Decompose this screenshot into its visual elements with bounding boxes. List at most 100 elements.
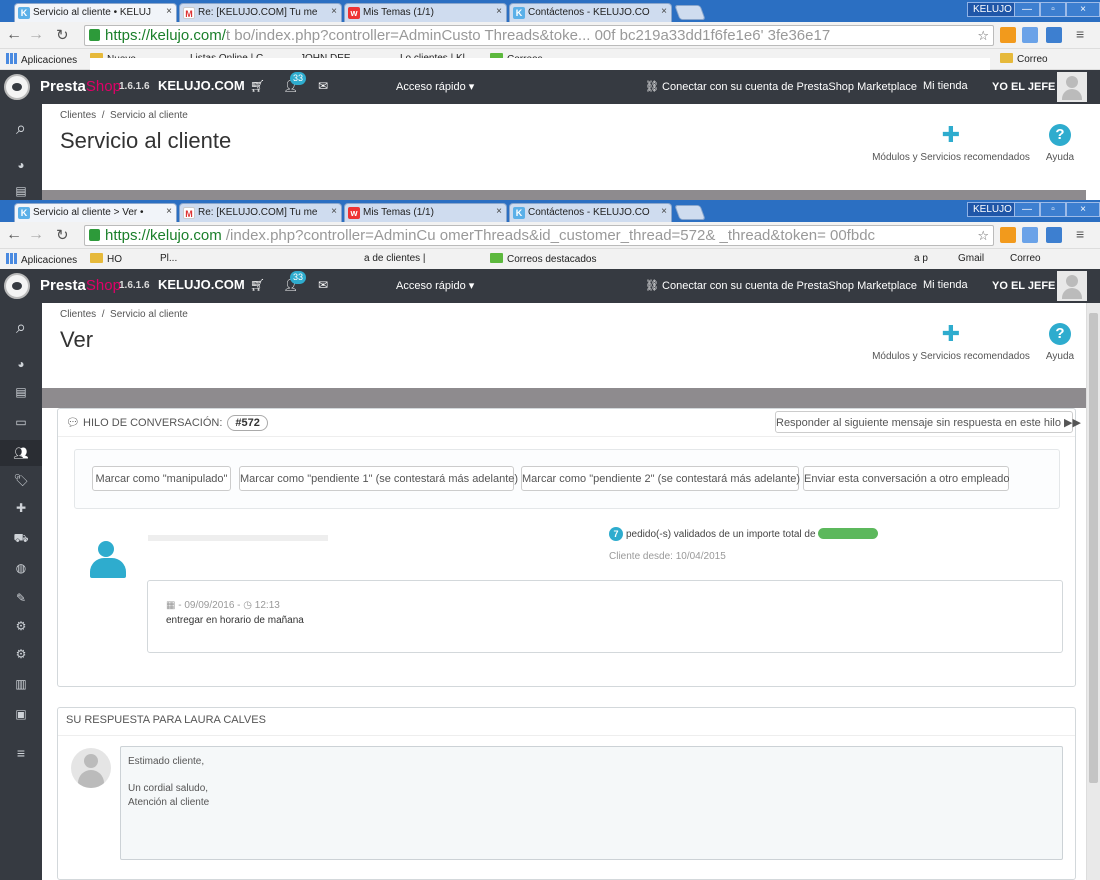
reload-icon[interactable]: ↻	[56, 226, 69, 244]
user-menu[interactable]: YO EL JEFE ▾	[992, 80, 1064, 93]
mark-pending-1-button[interactable]: Marcar como "pendiente 1" (se contestará…	[239, 466, 518, 491]
user-menu[interactable]: YO EL JEFE ▾	[992, 279, 1064, 292]
cart-icon[interactable]: 🛒︎	[250, 278, 265, 292]
my-shop-link[interactable]: Mi tienda	[923, 279, 968, 291]
forward-icon[interactable]: →	[28, 226, 44, 244]
help-button[interactable]: ? Ayuda	[1040, 124, 1080, 163]
catalog-icon[interactable]: ▭	[0, 415, 42, 429]
close-window-button[interactable]: ×	[1066, 2, 1100, 17]
browser-tab[interactable]: K Contáctenos - KELUJO.CO ×	[509, 3, 672, 22]
bookmark-item[interactable]: Gmail	[958, 253, 984, 264]
marketplace-connect-link[interactable]: ⛓ Conectar con su cuenta de PrestaShop M…	[645, 279, 917, 292]
breadcrumb-parent[interactable]: Clientes	[60, 309, 96, 320]
address-bar[interactable]: https://kelujo.com /index.php?controller…	[84, 225, 994, 246]
bookmark-item[interactable]: Correo	[1010, 253, 1041, 264]
scrollbar-thumb[interactable]	[1089, 313, 1098, 783]
forward-icon[interactable]: →	[28, 26, 44, 44]
my-shop-link[interactable]: Mi tienda	[923, 80, 968, 92]
bookmark-item[interactable]: Correos destacados	[490, 253, 597, 265]
maximize-button[interactable]: ▫	[1040, 2, 1066, 17]
collapse-menu-icon[interactable]: ≡	[0, 745, 42, 761]
extension-icon[interactable]	[1046, 227, 1062, 243]
close-tab-icon[interactable]: ×	[496, 6, 502, 17]
extension-icon[interactable]	[1046, 27, 1062, 43]
close-tab-icon[interactable]: ×	[496, 206, 502, 217]
bookmark-apps[interactable]: Aplicaciones	[6, 253, 77, 266]
maximize-button[interactable]: ▫	[1040, 202, 1066, 217]
close-window-button[interactable]: ×	[1066, 202, 1100, 217]
close-tab-icon[interactable]: ×	[661, 206, 667, 217]
search-icon[interactable]: ⌕	[0, 118, 42, 139]
star-icon[interactable]: ☆	[977, 228, 989, 244]
prestashop-logo[interactable]	[4, 74, 30, 100]
shipping-icon[interactable]: ⛟	[0, 531, 42, 547]
browser-tab[interactable]: M Re: [KELUJO.COM] Tu me ×	[179, 203, 342, 222]
messages-icon[interactable]: ✉	[318, 79, 328, 93]
browser-tab[interactable]: M Re: [KELUJO.COM] Tu me ×	[179, 3, 342, 22]
star-icon[interactable]: ☆	[977, 28, 989, 44]
messages-icon[interactable]: ✉	[318, 278, 328, 292]
menu-icon[interactable]: ≡	[1076, 26, 1084, 42]
prestashop-logo[interactable]	[4, 273, 30, 299]
close-tab-icon[interactable]: ×	[166, 206, 172, 217]
back-icon[interactable]: ←	[6, 226, 22, 244]
close-tab-icon[interactable]: ×	[166, 6, 172, 17]
dashboard-icon[interactable]: ◕	[0, 357, 42, 371]
quick-access-menu[interactable]: Acceso rápido ▾	[396, 80, 474, 93]
bookmark-item[interactable]: Correo	[1000, 53, 1048, 65]
scrollbar[interactable]	[1086, 303, 1100, 880]
dashboard-icon[interactable]: ◕	[0, 158, 42, 172]
close-tab-icon[interactable]: ×	[661, 6, 667, 17]
administration-icon[interactable]: ⚙	[0, 647, 42, 661]
orders-icon[interactable]: ▤	[0, 385, 42, 399]
orders-icon[interactable]: ▤	[0, 184, 42, 198]
address-bar[interactable]: https://kelujo.com/t bo/index.php?contro…	[84, 25, 994, 46]
search-icon[interactable]: ⌕	[0, 317, 42, 338]
breadcrumb-parent[interactable]: Clientes	[60, 110, 96, 121]
modules-icon[interactable]: ✚	[0, 501, 42, 515]
extension-icon[interactable]	[1022, 227, 1038, 243]
stats-icon[interactable]: ▥	[0, 677, 42, 691]
minimize-button[interactable]: —	[1014, 202, 1040, 217]
menu-icon[interactable]: ≡	[1076, 226, 1084, 242]
extension-icon[interactable]	[1022, 27, 1038, 43]
user-avatar[interactable]	[1057, 271, 1087, 301]
bookmark-item[interactable]: Pl...	[160, 253, 177, 264]
bookmark-item[interactable]: a p	[914, 253, 928, 264]
archive-icon[interactable]: ▣	[0, 707, 42, 721]
browser-tab[interactable]: K Contáctenos - KELUJO.CO ×	[509, 203, 672, 222]
localization-icon[interactable]: ◍	[0, 561, 42, 575]
browser-tab[interactable]: K Servicio al cliente > Ver • ×	[14, 203, 177, 222]
extension-icon[interactable]	[1000, 227, 1016, 243]
user-avatar[interactable]	[1057, 72, 1087, 102]
minimize-button[interactable]: —	[1014, 2, 1040, 17]
recommended-modules-button[interactable]: ✚ Módulos y Servicios recomendados	[868, 323, 1034, 363]
close-tab-icon[interactable]: ×	[331, 206, 337, 217]
browser-tab[interactable]: w Mis Temas (1/1) ×	[344, 3, 507, 22]
back-icon[interactable]: ←	[6, 26, 22, 44]
close-tab-icon[interactable]: ×	[331, 6, 337, 17]
new-tab-button[interactable]	[674, 5, 706, 20]
browser-tab[interactable]: w Mis Temas (1/1) ×	[344, 203, 507, 222]
price-rules-icon[interactable]: 🏷︎	[0, 473, 42, 487]
extension-icon[interactable]	[1000, 27, 1016, 43]
bookmark-apps[interactable]: Aplicaciones	[6, 53, 77, 66]
recommended-modules-button[interactable]: ✚ Módulos y Servicios recomendados	[868, 124, 1034, 164]
mark-handled-button[interactable]: Marcar como "manipulado"	[92, 466, 231, 491]
cart-icon[interactable]: 🛒︎	[250, 79, 265, 93]
help-button[interactable]: ? Ayuda	[1040, 323, 1080, 362]
marketplace-connect-link[interactable]: ⛓ Conectar con su cuenta de PrestaShop M…	[645, 80, 917, 93]
reply-textarea[interactable]: Estimado cliente, Un cordial saludo, Ate…	[120, 746, 1063, 860]
quick-access-menu[interactable]: Acceso rápido ▾	[396, 279, 474, 292]
reply-next-unanswered-button[interactable]: Responder al siguiente mensaje sin respu…	[775, 411, 1081, 433]
bookmark-item[interactable]: a de clientes |	[364, 253, 426, 264]
advanced-parameters-icon[interactable]: ⚙	[0, 619, 42, 633]
mark-pending-2-button[interactable]: Marcar como "pendiente 2" (se contestará…	[521, 466, 800, 491]
browser-tab[interactable]: K Servicio al cliente • KELUJ ×	[14, 3, 177, 22]
preferences-icon[interactable]: ✎	[0, 591, 42, 605]
breadcrumb-current[interactable]: Servicio al cliente	[110, 309, 188, 320]
customers-icon[interactable]: 👥︎	[0, 440, 42, 466]
reload-icon[interactable]: ↻	[56, 26, 69, 44]
forward-to-employee-button[interactable]: Enviar esta conversación a otro empleado	[803, 466, 1009, 491]
new-tab-button[interactable]	[674, 205, 706, 220]
